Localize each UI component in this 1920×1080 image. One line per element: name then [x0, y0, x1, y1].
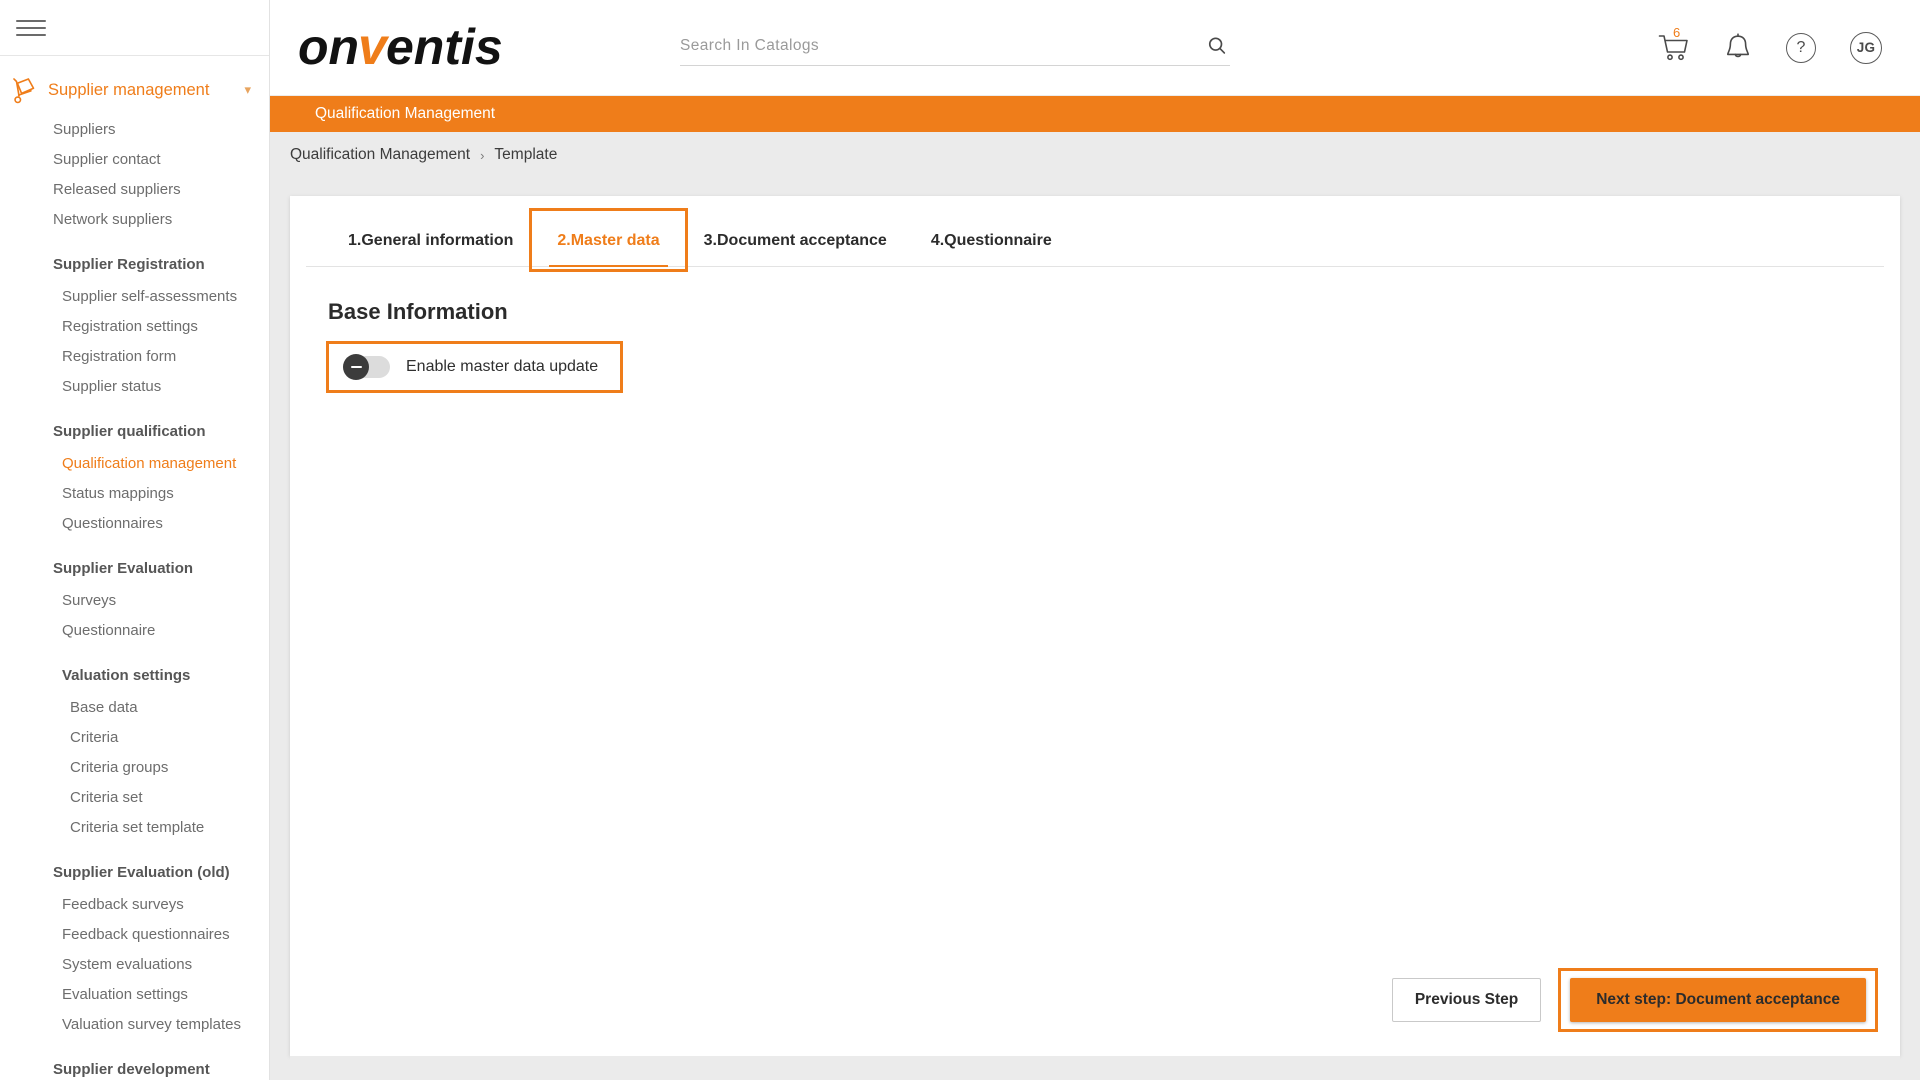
section-title: Base Information: [328, 299, 1864, 325]
sidebar-item-suppliers[interactable]: Suppliers: [0, 114, 269, 144]
search-input[interactable]: [680, 37, 1206, 55]
cart-badge: 6: [1673, 25, 1680, 40]
sidebar-header: [0, 0, 269, 56]
search-bar[interactable]: [680, 29, 1230, 66]
sidebar-nav: Supplier management ▾ SuppliersSupplier …: [0, 56, 269, 1080]
tab-general-information[interactable]: 1.General information: [326, 214, 535, 266]
sidebar-item-qualification-management[interactable]: Qualification management: [0, 448, 269, 478]
sidebar-group-spacer: [0, 1039, 269, 1052]
card-body: Base Information Enable master data upda…: [290, 267, 1900, 968]
app-root: Supplier management ▾ SuppliersSupplier …: [0, 0, 1920, 1080]
avatar[interactable]: JG: [1850, 32, 1882, 64]
search-icon[interactable]: [1206, 35, 1228, 57]
content-card: 1.General information 2.Master data 3.Do…: [290, 196, 1900, 1056]
sidebar-item-criteria[interactable]: Criteria: [0, 722, 269, 752]
sidebar-item-questionnaire[interactable]: Questionnaire: [0, 615, 269, 645]
top-header: on v entis: [270, 0, 1920, 96]
sidebar-item-feedback-surveys[interactable]: Feedback surveys: [0, 889, 269, 919]
help-question-icon: ?: [1797, 39, 1806, 57]
sidebar-item-supplier-self-assessments[interactable]: Supplier self-assessments: [0, 281, 269, 311]
sidebar-item-status-mappings[interactable]: Status mappings: [0, 478, 269, 508]
sidebar-group-supplier-evaluation: Supplier Evaluation: [0, 551, 269, 585]
sidebar-item-questionnaires[interactable]: Questionnaires: [0, 508, 269, 538]
toggle-knob-off-icon: [343, 354, 369, 380]
avatar-initials: JG: [1857, 40, 1876, 55]
sidebar-group-spacer: [0, 538, 269, 551]
onventis-logo[interactable]: on v entis: [298, 21, 570, 75]
svg-text:entis: entis: [386, 21, 503, 75]
sidebar-item-criteria-set[interactable]: Criteria set: [0, 782, 269, 812]
tab-master-data[interactable]: 2.Master data: [535, 214, 681, 266]
content-region: 1.General information 2.Master data 3.Do…: [270, 178, 1920, 1080]
breadcrumb: Qualification Management › Template: [270, 132, 1920, 178]
wizard-tabs: 1.General information 2.Master data 3.Do…: [306, 196, 1884, 267]
sidebar-group-spacer: [0, 842, 269, 855]
breadcrumb-item-0[interactable]: Qualification Management: [290, 146, 470, 164]
hamburger-menu-icon[interactable]: [16, 17, 46, 39]
cart-button[interactable]: 6: [1658, 34, 1690, 62]
enable-master-data-update-row[interactable]: Enable master data update: [326, 341, 623, 393]
sidebar-item-feedback-questionnaires[interactable]: Feedback questionnaires: [0, 919, 269, 949]
sidebar-item-registration-settings[interactable]: Registration settings: [0, 311, 269, 341]
sidebar-group-valuation-settings: Valuation settings: [0, 658, 269, 692]
page-title-bar: Qualification Management: [270, 96, 1920, 132]
hand-truck-icon: [8, 73, 42, 107]
page-title: Qualification Management: [315, 105, 495, 123]
next-step-button[interactable]: Next step: Document acceptance: [1570, 978, 1866, 1022]
sidebar-item-system-evaluations[interactable]: System evaluations: [0, 949, 269, 979]
sidebar-group-supplier-qualification: Supplier qualification: [0, 414, 269, 448]
sidebar: Supplier management ▾ SuppliersSupplier …: [0, 0, 270, 1080]
sidebar-item-surveys[interactable]: Surveys: [0, 585, 269, 615]
tab-questionnaire[interactable]: 4.Questionnaire: [909, 214, 1074, 266]
notifications-button[interactable]: [1724, 33, 1752, 63]
enable-master-data-update-label: Enable master data update: [406, 358, 598, 376]
bell-icon: [1724, 33, 1752, 63]
chevron-down-icon[interactable]: ▾: [244, 82, 251, 98]
breadcrumb-item-1[interactable]: Template: [494, 146, 557, 164]
sidebar-group-spacer: [0, 234, 269, 247]
sidebar-root-label: Supplier management: [48, 81, 244, 100]
sidebar-item-supplier-management[interactable]: Supplier management ▾: [0, 66, 269, 114]
breadcrumb-separator-icon: ›: [480, 148, 484, 163]
sidebar-group-spacer: [0, 401, 269, 414]
next-step-highlight: Next step: Document acceptance: [1558, 968, 1878, 1032]
master-data-toggle-highlight: Enable master data update: [326, 341, 623, 393]
sidebar-item-criteria-groups[interactable]: Criteria groups: [0, 752, 269, 782]
sidebar-group-supplier-development: Supplier development: [0, 1052, 269, 1080]
sidebar-item-valuation-survey-templates[interactable]: Valuation survey templates: [0, 1009, 269, 1039]
sidebar-item-criteria-set-template[interactable]: Criteria set template: [0, 812, 269, 842]
sidebar-item-supplier-status[interactable]: Supplier status: [0, 371, 269, 401]
card-footer: Previous Step Next step: Document accept…: [290, 968, 1900, 1056]
enable-master-data-update-toggle[interactable]: [343, 356, 390, 378]
sidebar-item-released-suppliers[interactable]: Released suppliers: [0, 174, 269, 204]
sidebar-group-spacer: [0, 645, 269, 658]
sidebar-group-supplier-registration: Supplier Registration: [0, 247, 269, 281]
header-actions: 6 ? JG: [1658, 32, 1896, 64]
svg-text:on: on: [298, 21, 359, 75]
page-bottom-spacer: [290, 1056, 1900, 1080]
sidebar-group-supplier-evaluation-old: Supplier Evaluation (old): [0, 855, 269, 889]
sidebar-item-evaluation-settings[interactable]: Evaluation settings: [0, 979, 269, 1009]
sidebar-item-base-data[interactable]: Base data: [0, 692, 269, 722]
sidebar-item-registration-form[interactable]: Registration form: [0, 341, 269, 371]
tab-document-acceptance[interactable]: 3.Document acceptance: [682, 214, 909, 266]
main-column: on v entis: [270, 0, 1920, 1080]
sidebar-item-network-suppliers[interactable]: Network suppliers: [0, 204, 269, 234]
sidebar-item-list: SuppliersSupplier contactReleased suppli…: [0, 114, 269, 1080]
help-button[interactable]: ?: [1786, 33, 1816, 63]
previous-step-button[interactable]: Previous Step: [1392, 978, 1541, 1022]
sidebar-item-supplier-contact[interactable]: Supplier contact: [0, 144, 269, 174]
